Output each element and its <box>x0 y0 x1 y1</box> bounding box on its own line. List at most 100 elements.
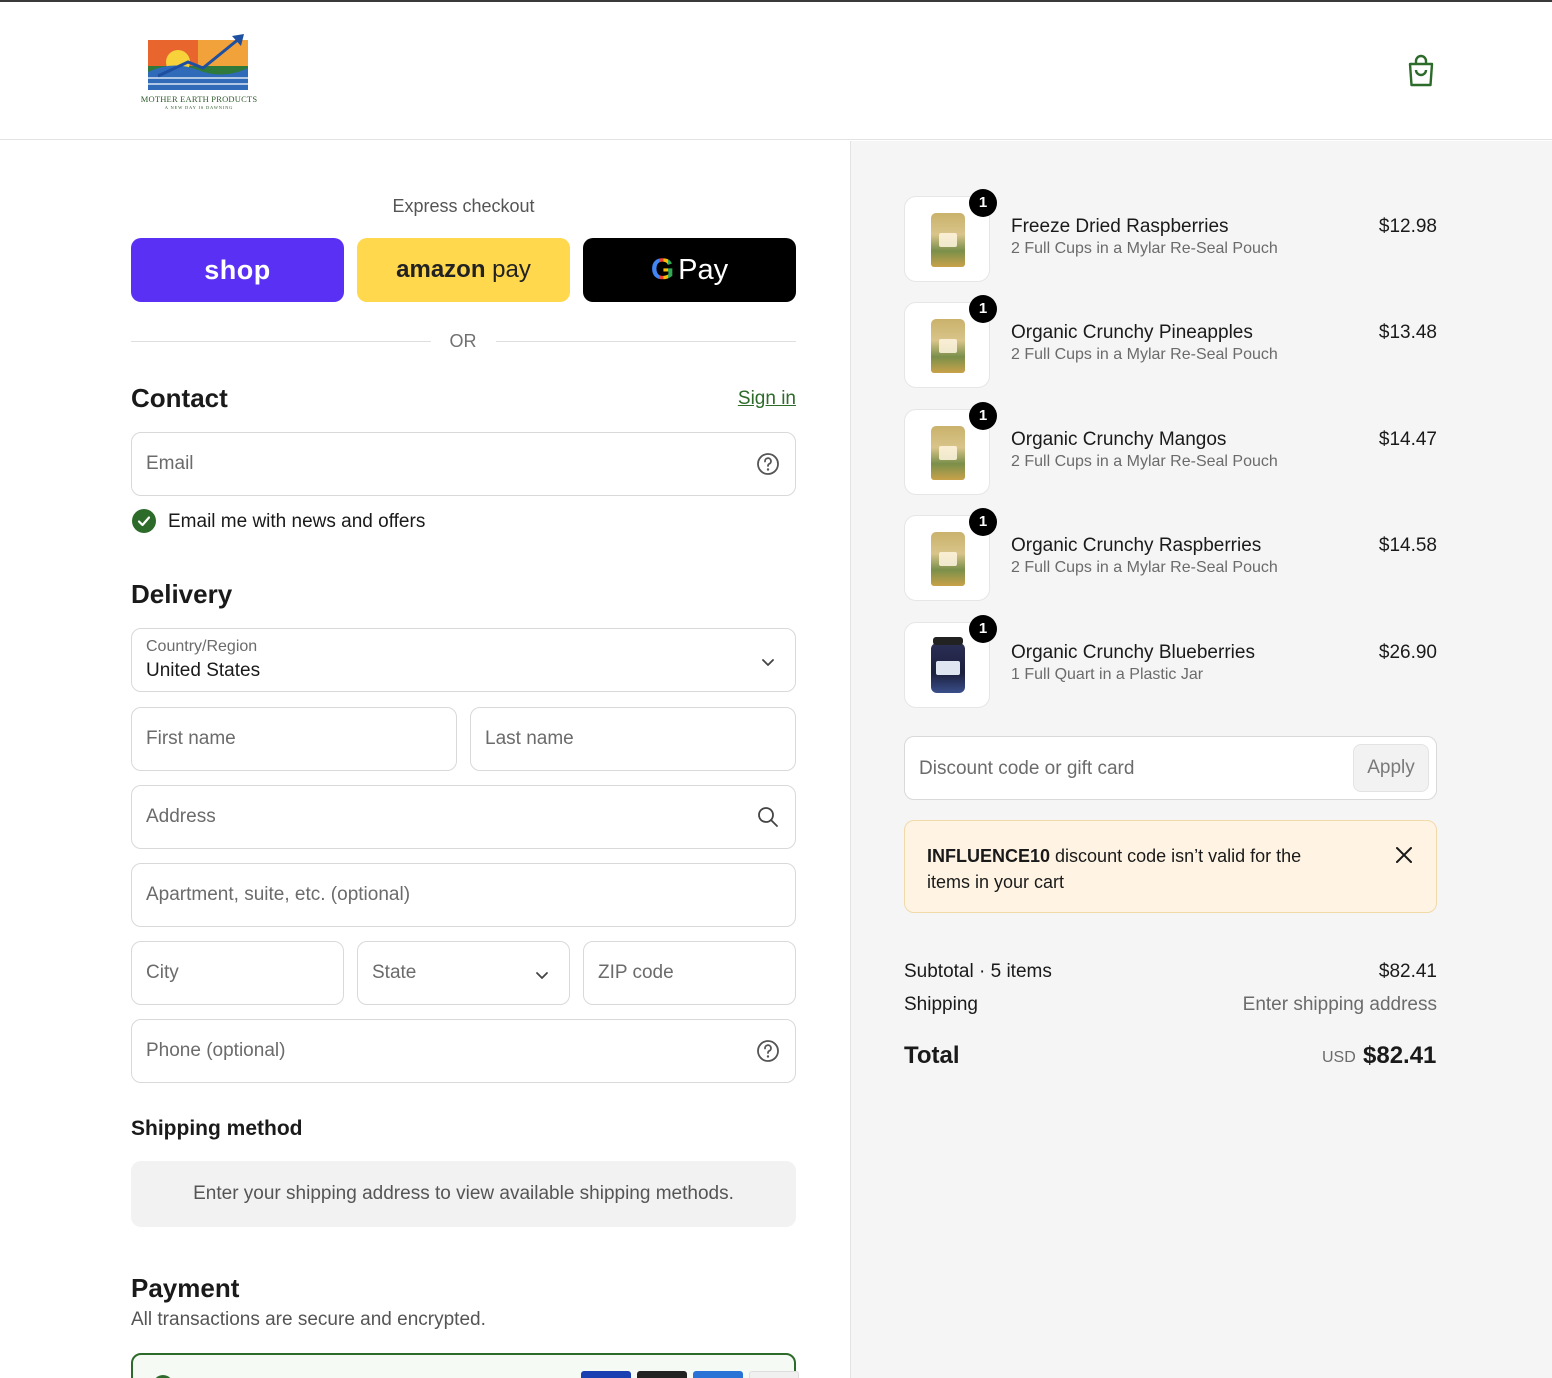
google-pay-button[interactable]: G Pay <box>583 238 796 302</box>
visa-card-icon <box>581 1371 631 1378</box>
last-name-placeholder: Last name <box>485 728 574 749</box>
subtotal-row: Subtotal · 5 items $82.41 <box>904 961 1437 983</box>
quantity-badge: 1 <box>969 189 997 217</box>
chevron-down-icon <box>536 972 548 979</box>
product-variant: 2 Full Cups in a Mylar Re-Seal Pouch <box>1011 240 1278 257</box>
close-icon[interactable] <box>1394 845 1414 865</box>
shipping-row: Shipping Enter shipping address <box>904 994 1437 1016</box>
product-price: $14.58 <box>1378 535 1437 556</box>
email-placeholder: Email <box>146 453 194 474</box>
sign-in-link[interactable]: Sign in <box>720 388 796 410</box>
quantity-badge: 1 <box>969 615 997 643</box>
newsletter-label[interactable]: Email me with news and offers <box>168 511 425 533</box>
total-value: $82.41 <box>1363 1042 1437 1069</box>
site-header: MOTHER EARTH PRODUCTS A NEW DAY IS DAWNI… <box>0 2 1552 140</box>
brand-tagline: A NEW DAY IS DAWNING <box>164 105 234 110</box>
shopping-bag-icon[interactable] <box>1405 54 1437 88</box>
product-variant: 2 Full Cups in a Mylar Re-Seal Pouch <box>1011 453 1278 470</box>
discount-error-text: INFLUENCE10 discount code isn’t valid fo… <box>927 843 1347 895</box>
country-label: Country/Region <box>146 638 258 655</box>
discount-code-field[interactable]: Discount code or gift card Apply <box>904 736 1437 800</box>
discount-error-alert: INFLUENCE10 discount code isn’t valid fo… <box>904 820 1437 913</box>
last-name-field[interactable]: Last name <box>470 707 796 771</box>
shipping-method-notice: Enter your shipping address to view avai… <box>131 1161 796 1227</box>
subtotal-value: $82.41 <box>1378 961 1437 982</box>
mastercard-icon <box>637 1371 687 1378</box>
amazon-pay-label: pay <box>485 256 531 283</box>
brand-name: MOTHER EARTH PRODUCTS <box>140 94 258 104</box>
address-placeholder: Address <box>146 806 216 827</box>
total-label: Total <box>904 1042 960 1069</box>
payment-subtitle: All transactions are secure and encrypte… <box>131 1309 486 1330</box>
cart-item: 1 Organic Crunchy Blueberries 1 Full Qua… <box>904 615 1437 712</box>
or-divider-text: OR <box>449 331 477 351</box>
discount-code: INFLUENCE10 <box>927 846 1051 866</box>
help-circle-icon[interactable] <box>755 1038 781 1064</box>
state-select[interactable]: State <box>357 941 570 1005</box>
product-price: $12.98 <box>1378 216 1437 237</box>
discount-placeholder: Discount code or gift card <box>919 758 1135 779</box>
pouch-image-icon <box>931 426 965 480</box>
brand-logo[interactable]: MOTHER EARTH PRODUCTS A NEW DAY IS DAWNI… <box>134 32 264 112</box>
shop-pay-button[interactable]: shop <box>131 238 344 302</box>
contact-heading: Contact <box>131 383 228 413</box>
checkmark-icon <box>137 516 151 527</box>
delivery-heading: Delivery <box>131 579 233 609</box>
first-name-field[interactable]: First name <box>131 707 457 771</box>
product-name: Freeze Dried Raspberries <box>1011 216 1229 237</box>
country-select[interactable]: Country/Region United States <box>131 628 796 692</box>
product-name: Organic Crunchy Pineapples <box>1011 322 1253 343</box>
help-circle-icon[interactable] <box>755 451 781 477</box>
product-name: Organic Crunchy Blueberries <box>1011 642 1255 663</box>
more-cards-icon <box>749 1371 799 1378</box>
state-placeholder: State <box>372 962 417 983</box>
cart-item: 1 Organic Crunchy Pineapples 2 Full Cups… <box>904 295 1437 392</box>
or-divider-left <box>131 341 431 342</box>
product-name: Organic Crunchy Mangos <box>1011 429 1227 450</box>
cart-item: 1 Freeze Dried Raspberries 2 Full Cups i… <box>904 189 1437 286</box>
apply-discount-button[interactable]: Apply <box>1353 744 1429 792</box>
address-field[interactable]: Address <box>131 785 796 849</box>
quantity-badge: 1 <box>969 402 997 430</box>
product-variant: 1 Full Quart in a Plastic Jar <box>1011 666 1204 683</box>
or-divider-right <box>496 341 796 342</box>
pouch-image-icon <box>931 213 965 267</box>
email-field[interactable]: Email <box>131 432 796 496</box>
google-pay-label: Pay <box>678 253 729 286</box>
city-placeholder: City <box>146 962 179 983</box>
zip-field[interactable]: ZIP code <box>583 941 796 1005</box>
shipping-label: Shipping <box>904 994 978 1015</box>
payment-heading: Payment <box>131 1273 240 1303</box>
pouch-image-icon <box>931 532 965 586</box>
credit-card-option[interactable] <box>131 1353 799 1378</box>
apartment-placeholder: Apartment, suite, etc. (optional) <box>146 884 411 905</box>
jar-image-icon <box>931 637 965 693</box>
product-name: Organic Crunchy Raspberries <box>1011 535 1262 556</box>
product-price: $13.48 <box>1378 322 1437 343</box>
subtotal-label: Subtotal · 5 items <box>904 961 1052 982</box>
amazon-pay-button[interactable]: amazon pay <box>357 238 570 302</box>
product-variant: 2 Full Cups in a Mylar Re-Seal Pouch <box>1011 559 1278 576</box>
phone-field[interactable]: Phone (optional) <box>131 1019 796 1083</box>
express-checkout-title: Express checkout <box>392 196 535 216</box>
logo-sunrise-icon <box>148 34 248 90</box>
quantity-badge: 1 <box>969 508 997 536</box>
amex-card-icon <box>693 1371 743 1378</box>
google-g-icon: G <box>650 253 675 286</box>
first-name-placeholder: First name <box>146 728 236 749</box>
apartment-field[interactable]: Apartment, suite, etc. (optional) <box>131 863 796 927</box>
product-price: $14.47 <box>1378 429 1437 450</box>
city-field[interactable]: City <box>131 941 344 1005</box>
country-value: United States <box>146 660 261 681</box>
total-currency: USD <box>1322 1049 1356 1066</box>
newsletter-checkbox[interactable] <box>132 509 156 533</box>
chevron-down-icon <box>762 659 774 666</box>
shop-pay-label: shop <box>204 254 271 285</box>
cart-item: 1 Organic Crunchy Raspberries 2 Full Cup… <box>904 508 1437 605</box>
cart-item: 1 Organic Crunchy Mangos 2 Full Cups in … <box>904 402 1437 499</box>
product-price: $26.90 <box>1378 642 1437 663</box>
product-variant: 2 Full Cups in a Mylar Re-Seal Pouch <box>1011 346 1278 363</box>
shipping-value: Enter shipping address <box>1242 994 1437 1015</box>
amazon-pay-label-bold: amazon <box>396 256 486 283</box>
search-icon <box>758 807 778 827</box>
